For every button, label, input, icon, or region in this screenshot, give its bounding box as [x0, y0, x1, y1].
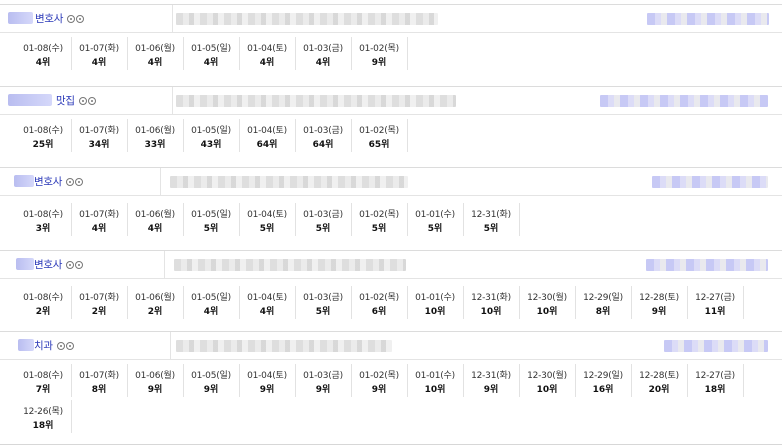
- rank-cell: 12-30(월) 10위: [519, 286, 576, 319]
- keyword-prefix-blur: [8, 94, 52, 106]
- place-blur: [647, 13, 769, 25]
- rank-cell: 01-06(월) 9위: [127, 364, 184, 397]
- info-icon[interactable]: [78, 97, 87, 105]
- keyword-name[interactable]: 변호사: [34, 174, 84, 189]
- keyword-prefix-blur: [8, 12, 33, 24]
- rank-cell: 12-31(화) 9위: [463, 364, 520, 397]
- place-blur: [652, 176, 768, 188]
- rank-cell: 01-06(월) 33위: [127, 119, 184, 152]
- keyword-name[interactable]: 변호사: [35, 11, 85, 26]
- rank-cell: 01-07(화) 4위: [71, 37, 128, 70]
- rank-cell: 12-27(금) 18위: [687, 364, 744, 397]
- rank-cell: 01-02(목) 9위: [351, 364, 408, 397]
- url-blur: [174, 259, 406, 271]
- url-blur: [176, 13, 438, 25]
- place-blur: [664, 340, 768, 352]
- info-icon[interactable]: [65, 342, 74, 350]
- keyword-header: 변호사: [0, 167, 782, 196]
- rank-cell: 01-08(수) 2위: [15, 286, 72, 319]
- rank-cell: 01-04(토) 5위: [239, 203, 296, 236]
- keyword-header: 치과: [0, 331, 782, 360]
- rank-cell: 01-05(일) 5위: [183, 203, 240, 236]
- rank-cell: 12-27(금) 11위: [687, 286, 744, 319]
- info-icon[interactable]: [76, 15, 85, 23]
- info-icon[interactable]: [75, 178, 84, 186]
- rank-cell: 01-06(월) 4위: [127, 37, 184, 70]
- rank-cell: 01-07(화) 8위: [71, 364, 128, 397]
- rank-cell: 01-01(수) 5위: [407, 203, 464, 236]
- rank-cell: 01-03(금) 9위: [295, 364, 352, 397]
- url-blur: [176, 340, 392, 352]
- rank-cell: 01-08(수) 25위: [15, 119, 72, 152]
- rank-cell: 12-28(토) 9위: [631, 286, 688, 319]
- rank-cell: 01-02(목) 5위: [351, 203, 408, 236]
- keyword-header: 맛집: [0, 86, 782, 115]
- rank-cell: 12-26(목) 18위: [15, 400, 72, 433]
- rank-cell: 01-02(목) 6위: [351, 286, 408, 319]
- rank-cell: 01-04(토) 64위: [239, 119, 296, 152]
- rank-cell: 01-03(금) 5위: [295, 203, 352, 236]
- rank-cell: 01-03(금) 64위: [295, 119, 352, 152]
- rank-cell: 01-07(화) 4위: [71, 203, 128, 236]
- keyword-header: 변호사: [0, 4, 782, 33]
- rank-cell: 01-03(금) 5위: [295, 286, 352, 319]
- rank-cell: 01-02(목) 9위: [351, 37, 408, 70]
- rank-cell: 01-04(토) 4위: [239, 37, 296, 70]
- keyword-name[interactable]: 치과: [34, 338, 74, 353]
- info-icon[interactable]: [66, 178, 75, 186]
- rank-cell: 01-08(수) 4위: [15, 37, 72, 70]
- keyword-prefix-blur: [16, 258, 34, 270]
- info-icon[interactable]: [66, 261, 75, 269]
- keyword-prefix-blur: [18, 339, 34, 351]
- rank-cell: 01-03(금) 4위: [295, 37, 352, 70]
- rank-cell: 01-08(수) 7위: [15, 364, 72, 397]
- info-icon[interactable]: [87, 97, 96, 105]
- rank-cell: 01-06(월) 4위: [127, 203, 184, 236]
- rank-cell: 12-30(월) 10위: [519, 364, 576, 397]
- rank-cell: 01-05(일) 4위: [183, 37, 240, 70]
- rank-cell: 01-04(토) 9위: [239, 364, 296, 397]
- rank-cell: 12-31(화) 5위: [463, 203, 520, 236]
- rank-cell: 01-06(월) 2위: [127, 286, 184, 319]
- rank-cell: 12-28(토) 20위: [631, 364, 688, 397]
- rank-cell: 01-02(목) 65위: [351, 119, 408, 152]
- place-blur: [646, 259, 768, 271]
- rank-cell: 01-05(일) 4위: [183, 286, 240, 319]
- keyword-header: 변호사: [0, 250, 782, 279]
- keyword-name[interactable]: 맛집: [56, 93, 96, 108]
- keyword-rank-list: 변호사 01-08(수) 4위 01-07(화) 4위 01-06(월) 4위 01-…: [0, 0, 782, 446]
- url-blur: [170, 176, 408, 188]
- info-icon[interactable]: [56, 342, 65, 350]
- rank-cell: 12-29(일) 16위: [575, 364, 632, 397]
- keyword-prefix-blur: [14, 175, 34, 187]
- keyword-name[interactable]: 변호사: [34, 257, 84, 272]
- rank-cell: 01-05(일) 43위: [183, 119, 240, 152]
- url-blur: [176, 95, 456, 107]
- rank-cell: 01-07(화) 34위: [71, 119, 128, 152]
- rank-cell: 01-01(수) 10위: [407, 286, 464, 319]
- rank-cell: 01-01(수) 10위: [407, 364, 464, 397]
- rank-cell: 01-08(수) 3위: [15, 203, 72, 236]
- info-icon[interactable]: [67, 15, 76, 23]
- rank-cell: 01-04(토) 4위: [239, 286, 296, 319]
- rank-cell: 12-29(일) 8위: [575, 286, 632, 319]
- rank-cell: 01-05(일) 9위: [183, 364, 240, 397]
- rank-cell: 01-07(화) 2위: [71, 286, 128, 319]
- divider: [0, 444, 782, 445]
- info-icon[interactable]: [75, 261, 84, 269]
- place-blur: [600, 95, 768, 107]
- rank-cell: 12-31(화) 10위: [463, 286, 520, 319]
